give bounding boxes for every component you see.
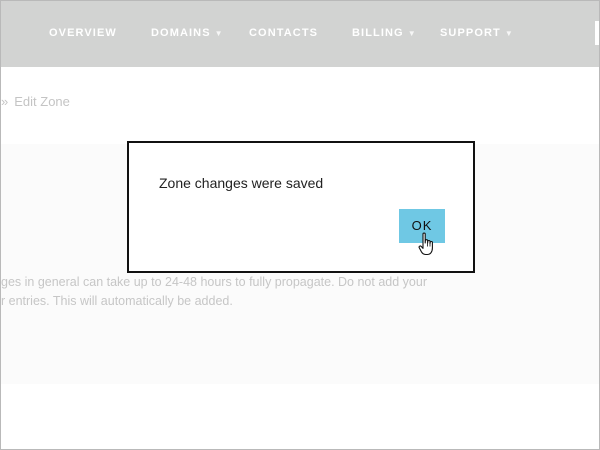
nav-support[interactable]: SUPPORT ▼: [440, 27, 514, 41]
chevron-down-icon: ▼: [407, 29, 417, 38]
nav-edge-control: [595, 21, 599, 45]
app-window: OVERVIEW DOMAINS ▼ CONTACTS BILLING ▼ SUPP…: [0, 0, 600, 450]
nav-domains[interactable]: DOMAINS ▼: [151, 27, 224, 41]
nav-billing[interactable]: BILLING ▼: [352, 27, 417, 41]
propagation-note-line-1: ges in general can take up to 24-48 hour…: [1, 275, 427, 289]
hand-pointer-icon: [418, 232, 433, 256]
save-confirmation-dialog: Zone changes were saved OK: [127, 141, 475, 273]
nav-support-label: SUPPORT: [440, 27, 501, 39]
nav-billing-label: BILLING: [352, 27, 404, 39]
breadcrumb: » Edit Zone: [1, 94, 70, 109]
breadcrumb-separator: »: [1, 94, 9, 109]
top-navigation: OVERVIEW DOMAINS ▼ CONTACTS BILLING ▼ SUPP…: [1, 1, 599, 67]
nav-domains-label: DOMAINS: [151, 27, 211, 39]
propagation-note-line-2: r entries. This will automatically be ad…: [1, 294, 233, 308]
propagation-note: ges in general can take up to 24-48 hour…: [1, 273, 461, 311]
dialog-message: Zone changes were saved: [159, 175, 324, 191]
chevron-down-icon: ▼: [214, 29, 224, 38]
breadcrumb-current: Edit Zone: [14, 94, 70, 109]
nav-overview[interactable]: OVERVIEW: [49, 27, 117, 41]
chevron-down-icon: ▼: [504, 29, 514, 38]
nav-overview-label: OVERVIEW: [49, 27, 117, 39]
nav-contacts[interactable]: CONTACTS: [249, 27, 318, 41]
nav-contacts-label: CONTACTS: [249, 27, 319, 39]
